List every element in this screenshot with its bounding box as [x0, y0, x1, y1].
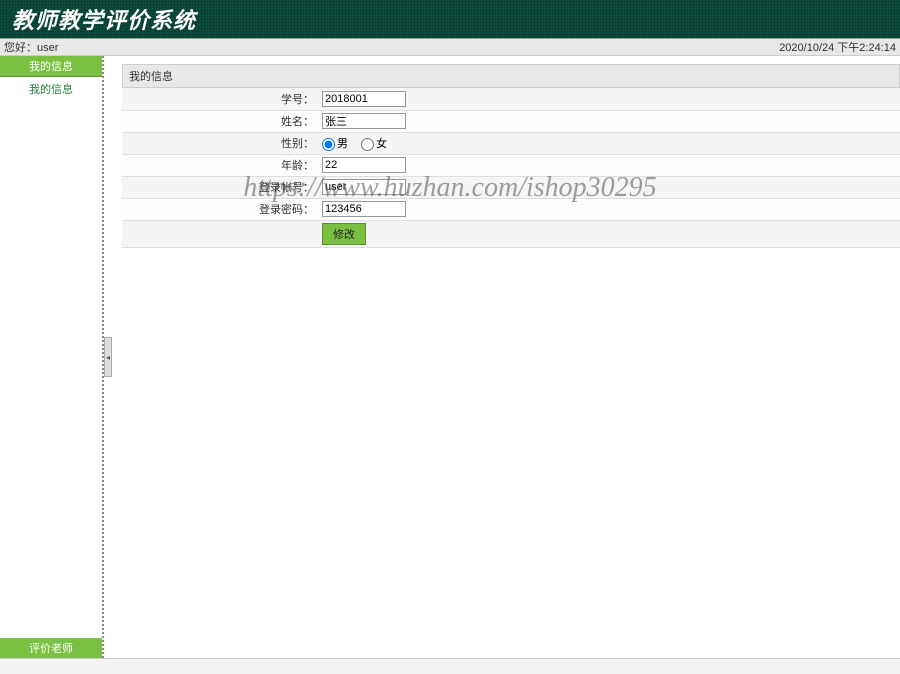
greeting-label: 您好：	[4, 42, 37, 54]
chevron-left-icon: ◂	[106, 353, 110, 362]
app-header: 教师教学评价系统	[0, 0, 900, 38]
sidebar-section-myinfo[interactable]: 我的信息	[0, 56, 102, 77]
label-password: 登录密码：	[122, 198, 318, 220]
gender-male-option[interactable]: 男	[322, 138, 351, 150]
top-bar: 您好：user 2020/10/24 下午2:24:14	[0, 38, 900, 56]
sidebar-spacer	[0, 101, 102, 638]
gender-female-option[interactable]: 女	[361, 138, 387, 150]
label-student-id: 学号：	[122, 88, 318, 110]
gender-male-radio[interactable]	[322, 138, 335, 151]
label-gender: 性别：	[122, 132, 318, 154]
label-login: 登录帐号：	[122, 176, 318, 198]
current-user: user	[37, 42, 58, 54]
row-student-id: 学号：	[122, 88, 900, 110]
submit-button[interactable]: 修改	[322, 223, 366, 245]
sidebar-item-myinfo[interactable]: 我的信息	[0, 77, 102, 101]
gender-female-radio[interactable]	[361, 138, 374, 151]
sidebar-section-evaluate[interactable]: 评价老师	[0, 638, 102, 658]
sidebar-collapse-handle[interactable]: ◂	[104, 337, 112, 377]
row-password: 登录密码：	[122, 198, 900, 220]
row-age: 年龄：	[122, 154, 900, 176]
login-input[interactable]	[322, 179, 406, 195]
label-name: 姓名：	[122, 110, 318, 132]
datetime-display: 2020/10/24 下午2:24:14	[779, 39, 896, 55]
age-input[interactable]	[322, 157, 406, 173]
sidebar: 我的信息 我的信息 评价老师	[0, 56, 104, 658]
label-age: 年龄：	[122, 154, 318, 176]
app-title: 教师教学评价系统	[12, 3, 196, 35]
status-bar	[0, 658, 900, 674]
main-layout: 我的信息 我的信息 评价老师 ◂ 我的信息 学号： 姓名： 性别：	[0, 56, 900, 658]
row-login: 登录帐号：	[122, 176, 900, 198]
profile-form: 学号： 姓名： 性别： 男 女	[122, 88, 900, 248]
name-input[interactable]	[322, 113, 406, 129]
row-name: 姓名：	[122, 110, 900, 132]
panel-title: 我的信息	[122, 64, 900, 88]
row-gender: 性别： 男 女	[122, 132, 900, 154]
password-input[interactable]	[322, 201, 406, 217]
greeting: 您好：user	[4, 39, 58, 55]
student-id-input[interactable]	[322, 91, 406, 107]
main-content: 我的信息 学号： 姓名： 性别： 男	[104, 56, 900, 658]
row-submit: 修改	[122, 220, 900, 247]
